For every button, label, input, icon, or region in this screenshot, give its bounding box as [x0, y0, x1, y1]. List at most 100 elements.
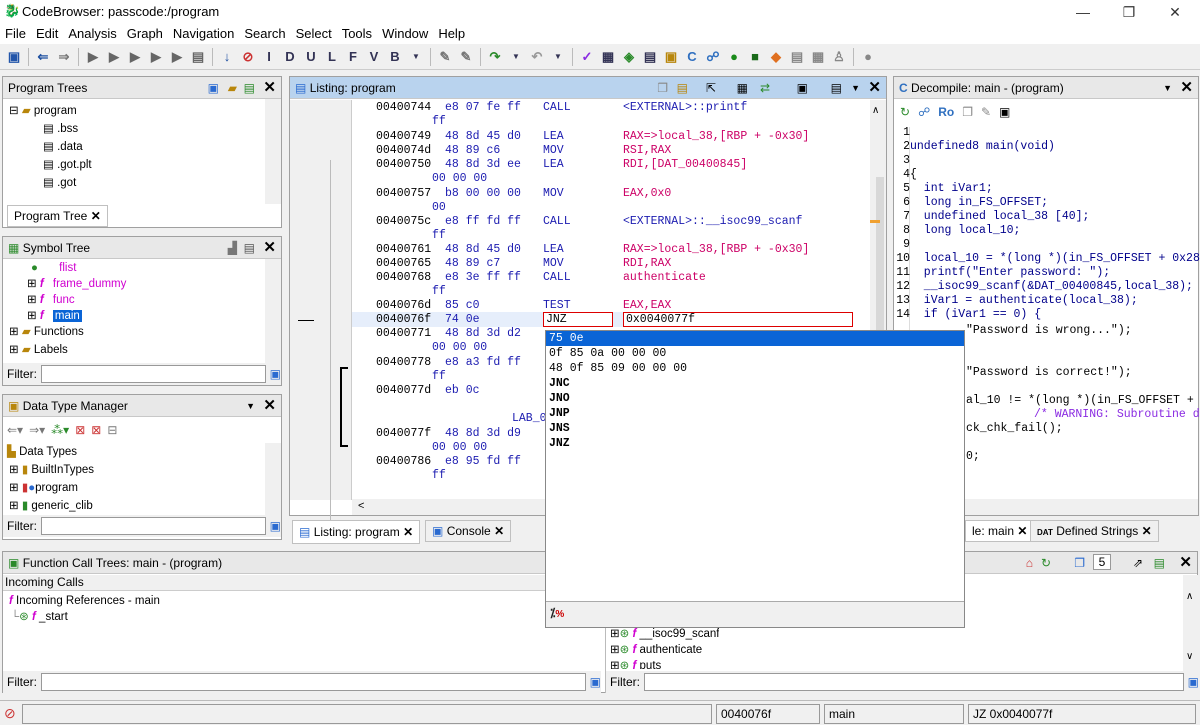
code-fragment[interactable]: "Password is correct!"); — [966, 366, 1132, 379]
operand[interactable]: authenticate — [623, 271, 706, 284]
tab-console[interactable]: ▣ Console ✕ — [425, 520, 512, 542]
snapshot-icon[interactable]: ▣ — [797, 77, 808, 99]
operand[interactable]: RDI,[DAT_00400845] — [623, 158, 747, 171]
options-icon[interactable]: ▤ — [831, 77, 842, 99]
tree-item[interactable]: ⊞ ▮ generic_clib — [9, 497, 93, 515]
listing-row[interactable]: 0040075c e8 ff fd ff — [376, 215, 521, 228]
mnemonic[interactable]: MOV — [543, 144, 564, 157]
code-line[interactable]: 11 printf("Enter password: "); — [896, 266, 1110, 279]
assembler-toggle-icon[interactable]: ⁒% — [550, 606, 564, 620]
filter-options-icon[interactable]: ▣ — [590, 675, 601, 689]
tree-item[interactable]: ⊞ ▮ BuiltInTypes — [9, 461, 94, 479]
field-layout-icon[interactable]: ▦ — [737, 77, 748, 99]
code-fragment[interactable]: "Password is wrong..."); — [966, 324, 1132, 337]
listing-row[interactable]: 00400750 48 8d 3d ee — [376, 158, 521, 171]
outgoing-icon[interactable]: ⇗ — [1133, 552, 1143, 574]
minimize-button[interactable]: — — [1060, 2, 1106, 22]
forward-arrow-icon[interactable]: ⇒▾ — [29, 423, 45, 437]
tab-program-tree[interactable]: Program Tree ✕ — [7, 205, 108, 227]
code-line[interactable]: 4{ — [896, 168, 917, 181]
code-line[interactable]: 6 long in_FS_OFFSET; — [896, 196, 1048, 209]
down-arrow-icon[interactable]: ↓ — [217, 47, 237, 67]
disassemble-button[interactable]: I — [259, 47, 279, 67]
next-function-icon[interactable]: ▶ — [167, 47, 187, 67]
scrollbar[interactable]: ∧ ∨ — [1183, 575, 1199, 671]
maximize-button[interactable]: ❐ — [1106, 2, 1152, 22]
close-icon[interactable]: ✕ — [1142, 524, 1152, 538]
expand-icon[interactable]: ⊞ — [9, 464, 19, 476]
data-type-icon[interactable]: ▣ — [661, 47, 681, 67]
code-line[interactable]: 2undefined8 main(void) — [896, 140, 1055, 153]
expand-icon[interactable]: ⊞ — [27, 294, 37, 306]
code-line[interactable]: 10 local_10 = *(long *)(in_FS_OFFSET + 0… — [896, 252, 1200, 265]
close-icon[interactable]: ✕ — [868, 77, 881, 99]
operand-edit-field[interactable]: 0x0040077f — [623, 312, 853, 327]
close-icon[interactable]: ✕ — [263, 77, 276, 99]
tree-item[interactable]: ⊞⊛ f puts — [610, 657, 661, 669]
listing-row[interactable]: 00400778 e8 a3 fd ff — [376, 356, 521, 369]
completion-item[interactable]: 0f 85 0a 00 00 00 — [546, 346, 964, 361]
redo-icon[interactable]: ↷ — [485, 47, 505, 67]
close-icon[interactable]: ✕ — [263, 395, 276, 417]
next-bookmark-icon[interactable]: ▤ — [188, 47, 208, 67]
edit-icon[interactable]: ✎ — [981, 105, 991, 119]
copy-icon[interactable]: ❐ — [657, 77, 668, 99]
expand-icon[interactable]: ⊞ — [27, 310, 37, 322]
tab-decompile[interactable]: le: main ✕ — [965, 520, 1035, 542]
mnemonic[interactable]: CALL — [543, 101, 571, 114]
menu-help[interactable]: Help — [433, 24, 470, 41]
completion-item[interactable]: JNC — [546, 376, 964, 391]
tree-item[interactable]: ⊞ ▰ Functions — [9, 323, 84, 341]
save-icon[interactable]: ▣ — [4, 47, 24, 67]
expand-icon[interactable]: ⊞ — [610, 660, 620, 669]
filter-options-icon[interactable]: ▣ — [270, 519, 281, 533]
open-folder-icon[interactable]: ▰ — [228, 77, 237, 99]
graph-icon[interactable]: ☍ — [918, 105, 930, 119]
patch-icon[interactable]: ✎ — [456, 47, 476, 67]
listing-row[interactable]: 00400771 48 8d 3d d2 — [376, 327, 521, 340]
listing-row-current[interactable]: 0040076f 74 0e — [376, 313, 480, 326]
listing-row[interactable]: 00400765 48 89 c7 — [376, 257, 500, 270]
close-icon[interactable]: ✕ — [1017, 524, 1027, 538]
help-icon[interactable]: ● — [858, 47, 878, 67]
dropdown-arrow-icon[interactable]: ▼ — [506, 47, 526, 67]
bytes-button[interactable]: B — [385, 47, 405, 67]
ro-icon[interactable]: Ro — [938, 105, 954, 119]
terminal-icon[interactable]: ■ — [745, 47, 765, 67]
decompile-icon[interactable]: C — [682, 47, 702, 67]
cursor-icon[interactable]: ⇱ — [706, 77, 716, 99]
copy-icon[interactable]: ❐ — [962, 105, 973, 119]
menu-tools[interactable]: Tools — [337, 24, 377, 41]
mnemonic[interactable]: MOV — [543, 187, 564, 200]
expand-icon[interactable]: ⊞ — [9, 326, 19, 338]
tree-root[interactable]: ⊟ ▰ program — [9, 102, 77, 120]
tree-item[interactable]: ▙ Data Types — [7, 443, 77, 461]
code-line[interactable]: 8 long local_10; — [896, 224, 1020, 237]
jump-label[interactable]: LAB_0 — [512, 412, 547, 425]
depth-count[interactable]: 5 — [1093, 554, 1111, 570]
function-button[interactable]: F — [343, 47, 363, 67]
code-line[interactable]: 5 int iVar1; — [896, 182, 993, 195]
operand[interactable]: EAX,0x0 — [623, 187, 671, 200]
dropdown-arrow-icon[interactable]: ▼ — [548, 47, 568, 67]
operand[interactable]: RSI,RAX — [623, 144, 671, 157]
code-line[interactable]: 7 undefined local_38 [40]; — [896, 210, 1089, 223]
mnemonic[interactable]: LEA — [543, 130, 564, 143]
filter-input[interactable] — [41, 365, 266, 383]
filter-arrays-icon[interactable]: ⊠ — [75, 423, 85, 437]
scroll-down-icon[interactable]: ∨ — [1186, 651, 1193, 662]
menu-edit[interactable]: Edit — [31, 24, 63, 41]
scroll-left-icon[interactable]: < — [358, 500, 364, 512]
operand[interactable]: EAX,EAX — [623, 299, 671, 312]
code-line[interactable]: 3 — [896, 154, 910, 167]
back-arrow-icon[interactable]: ⇐ — [33, 47, 53, 67]
completion-item[interactable]: JNZ — [546, 436, 964, 451]
next-instruction-icon[interactable]: ▶ — [104, 47, 124, 67]
close-icon[interactable]: ✕ — [91, 209, 101, 223]
mnemonic-edit-field[interactable]: JNZ — [543, 312, 613, 327]
mnemonic[interactable]: LEA — [543, 243, 564, 256]
completion-item-selected[interactable]: 75 0e — [546, 331, 964, 346]
function-call-icon[interactable]: ◈ — [619, 47, 639, 67]
mnemonic[interactable]: TEST — [543, 299, 571, 312]
clear-icon[interactable]: ⊘ — [238, 47, 258, 67]
